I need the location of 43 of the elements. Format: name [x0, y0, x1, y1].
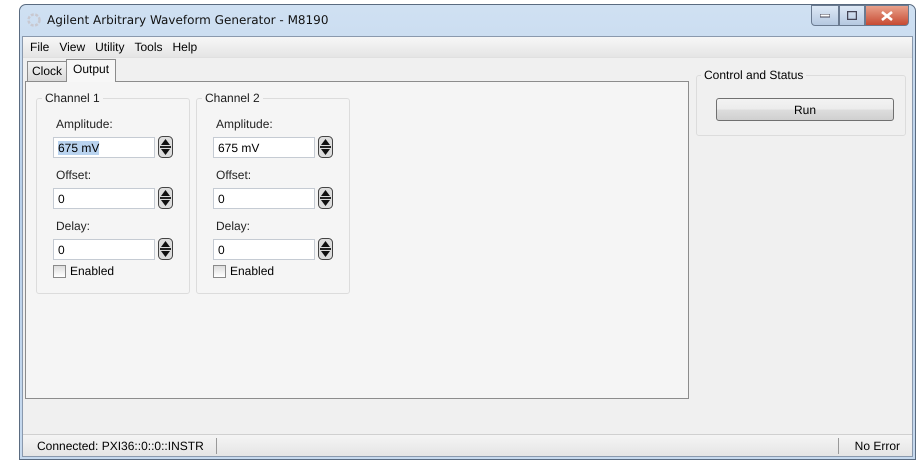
menu-item[interactable]: Tools [130, 40, 168, 54]
input-field[interactable]: 0 [53, 238, 155, 260]
input-field[interactable]: 0 [213, 188, 315, 208]
close-icon [881, 10, 893, 20]
tab[interactable]: Output [66, 59, 116, 82]
checkbox-label: Enabled [230, 264, 274, 278]
field-label: Delay: [56, 219, 92, 235]
field-label: Delay: [216, 219, 252, 235]
minimize-icon [820, 14, 830, 18]
group-title: Control and Status [701, 68, 806, 82]
group-title: Channel 1 [42, 91, 103, 105]
app-icon [27, 13, 41, 27]
input-field[interactable]: 0 [53, 188, 155, 208]
connection-status: Connected: PXI36::0::0::INSTR [23, 438, 217, 454]
field-label: Offset: [216, 168, 252, 184]
input-field[interactable]: 0 [213, 238, 315, 260]
field-label: Offset: [56, 168, 92, 184]
maximize-icon [847, 11, 857, 20]
input-field[interactable]: 675 mV [213, 136, 315, 158]
menu-item[interactable]: File [26, 40, 56, 54]
spinner-icon[interactable] [318, 136, 333, 158]
window-title: Agilent Arbitrary Waveform Generator - M8190 [47, 13, 328, 27]
run-button[interactable]: Run [716, 98, 894, 121]
field-label: Amplitude: [216, 117, 274, 133]
checkbox[interactable] [53, 264, 66, 278]
minimize-button[interactable] [811, 5, 839, 26]
maximize-button[interactable] [839, 5, 865, 26]
tab[interactable]: Clock [27, 61, 68, 81]
spinner-icon[interactable] [158, 136, 173, 158]
field-label: Amplitude: [56, 117, 114, 133]
spinner-icon[interactable] [158, 238, 173, 260]
spinner-icon[interactable] [158, 187, 173, 209]
input-field[interactable]: 675 mV [53, 136, 155, 158]
menu-item[interactable]: View [55, 40, 92, 54]
spinner-icon[interactable] [318, 238, 333, 260]
menu-item[interactable]: Utility [91, 40, 130, 54]
close-button[interactable] [865, 5, 909, 26]
error-status: No Error [838, 438, 912, 454]
checkbox[interactable] [213, 264, 226, 278]
menu-item[interactable]: Help [168, 40, 204, 54]
spinner-icon[interactable] [318, 187, 333, 209]
group-title: Channel 2 [202, 91, 263, 105]
checkbox-label: Enabled [70, 264, 114, 278]
